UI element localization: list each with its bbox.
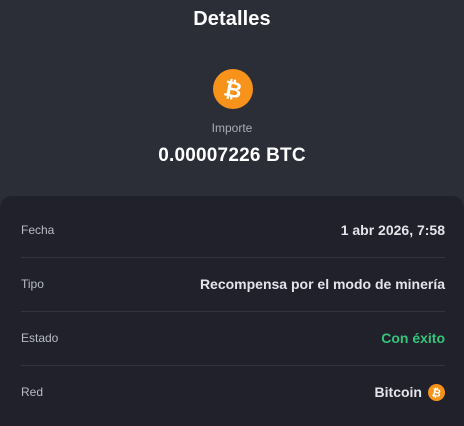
type-value: Recompensa por el modo de minería bbox=[199, 276, 445, 292]
bitcoin-icon: ₿ bbox=[428, 383, 445, 401]
detail-row-type: Tipo Recompensa por el modo de minería bbox=[21, 257, 445, 312]
network-value-wrapper: Bitcoin ₿ bbox=[374, 383, 445, 401]
svg-text:₿: ₿ bbox=[431, 385, 443, 400]
status-value: Con éxito bbox=[381, 330, 445, 346]
details-card: Fecha 1 abr 2026, 7:58 Tipo Recompensa p… bbox=[0, 196, 464, 426]
status-label: Estado bbox=[21, 331, 59, 345]
detail-row-date: Fecha 1 abr 2026, 7:58 bbox=[21, 203, 445, 258]
detail-row-status: Estado Con éxito bbox=[21, 311, 445, 366]
detail-row-network: Red Bitcoin ₿ bbox=[21, 365, 445, 419]
svg-text:₿: ₿ bbox=[221, 76, 244, 104]
network-label: Red bbox=[21, 385, 44, 399]
type-label: Tipo bbox=[21, 277, 44, 291]
amount-value: 0.00007226 BTC bbox=[158, 145, 306, 166]
bitcoin-icon: ₿ bbox=[213, 69, 253, 109]
network-value: Bitcoin bbox=[374, 384, 422, 400]
date-value: 1 abr 2026, 7:58 bbox=[340, 222, 445, 238]
page-title: Detalles bbox=[193, 8, 271, 30]
amount-label: Importe bbox=[211, 121, 253, 135]
date-label: Fecha bbox=[21, 223, 55, 237]
transaction-details-page: Detalles ₿ Importe 0.00007226 BTC Fecha … bbox=[0, 0, 464, 426]
